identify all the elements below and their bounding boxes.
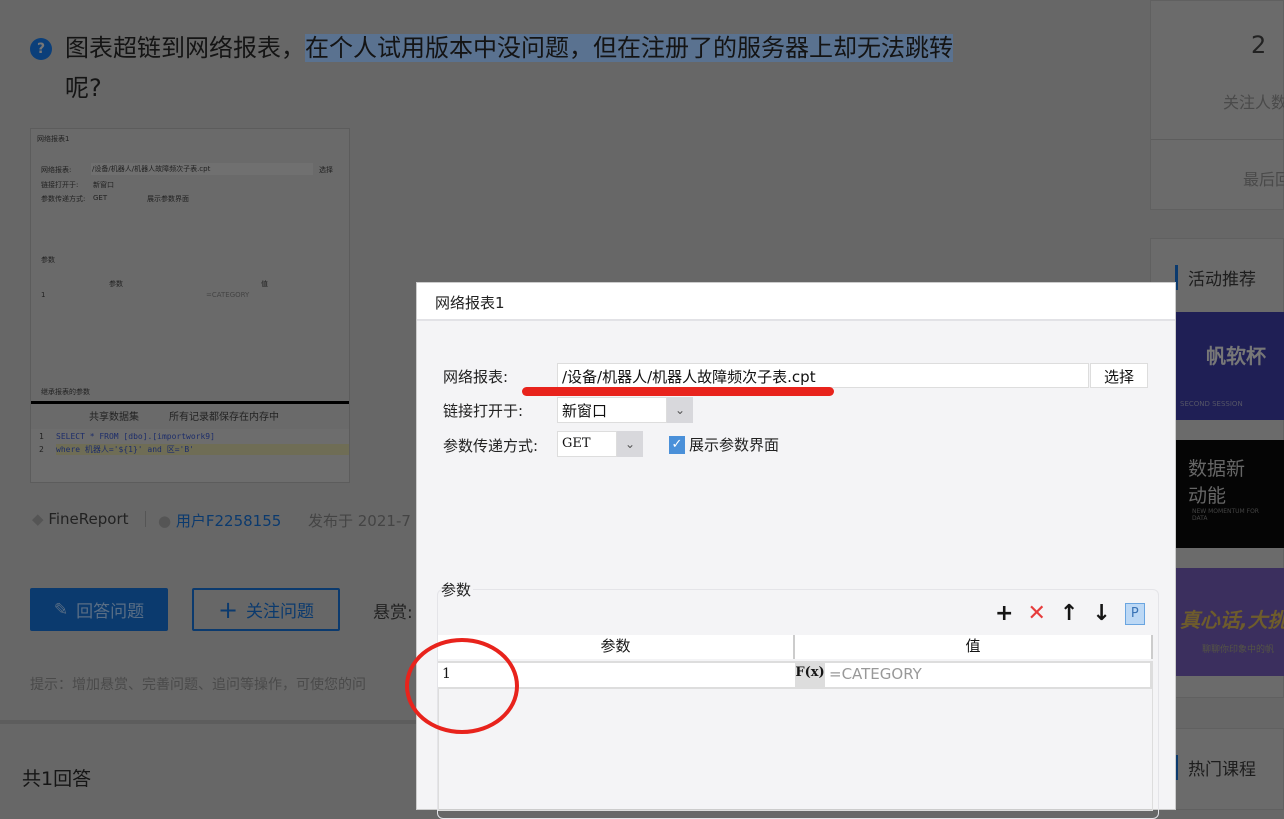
thumb-header: 参数 bbox=[109, 280, 123, 288]
thumb-label: 参数传递方式: bbox=[41, 195, 86, 203]
show-params-checkbox[interactable]: ✓ 展示参数界面 bbox=[669, 434, 779, 455]
method-label: 参数传递方式: bbox=[443, 437, 539, 455]
thumb-value: GET bbox=[93, 194, 108, 202]
thumb-label: 网络报表: bbox=[41, 166, 72, 174]
param-value-cell[interactable]: =CATEGORY bbox=[825, 663, 1150, 687]
annotation-circle bbox=[405, 638, 519, 734]
tip-text: 提示：增加悬赏、完善问题、追问等操作，可使您的问 bbox=[30, 677, 366, 693]
line-number: 2 bbox=[39, 445, 44, 454]
question-screenshot[interactable]: 网络报表1 网络报表: /设备/机器人/机器人故障频次子表.cpt 选择 链接打… bbox=[30, 128, 350, 483]
report-path-input[interactable]: /设备/机器人/机器人故障频次子表.cpt bbox=[557, 363, 1089, 388]
code-line: where 机器人='${1}' and 区='B' bbox=[56, 444, 349, 455]
thumb-label: 所有记录都保存在内存中 bbox=[169, 412, 279, 423]
line-number: 1 bbox=[39, 432, 44, 441]
banner-1[interactable]: 帆软杯 SECOND SESSION bbox=[1176, 312, 1284, 420]
question-icon: ? bbox=[30, 38, 52, 60]
formula-icon[interactable]: F(x) bbox=[795, 663, 825, 687]
chevron-down-icon: ⌄ bbox=[617, 431, 643, 457]
column-header-value: 值 bbox=[795, 635, 1153, 659]
question-title: 图表超链到网络报表，在个人试用版本中没问题，但在注册了的服务器上却无法跳转 呢? bbox=[65, 34, 953, 102]
delete-icon[interactable]: ✕ bbox=[1027, 601, 1045, 626]
open-in-label: 链接打开于: bbox=[443, 402, 524, 420]
stats-card: 2 关注人数 最后回 bbox=[1150, 0, 1284, 210]
arrow-up-icon[interactable]: ↑ bbox=[1060, 601, 1078, 626]
hyperlink-dialog: 网络报表1 网络报表: /设备/机器人/机器人故障频次子表.cpt 选择 链接打… bbox=[416, 282, 1176, 819]
thumb-cell: 1 bbox=[41, 291, 46, 299]
plus-icon: + bbox=[217, 595, 239, 624]
bounty-label: 悬赏: bbox=[373, 603, 413, 623]
params-table-header: 参数 值 bbox=[438, 635, 1153, 659]
thumb-value: 展示参数界面 bbox=[147, 195, 189, 203]
publish-date: 发布于 2021-7 bbox=[308, 512, 411, 530]
activities-title: 活动推荐 bbox=[1175, 265, 1256, 290]
method-select[interactable]: GET ⌄ bbox=[557, 431, 643, 457]
thumb-choose: 选择 bbox=[319, 166, 333, 174]
report-label: 网络报表: bbox=[443, 368, 509, 386]
banner-2[interactable]: 数据新动能 NEW MOMENTUM FOR DATA bbox=[1176, 440, 1284, 548]
thumb-value: /设备/机器人/机器人故障频次子表.cpt bbox=[91, 163, 313, 175]
tag-icon: ◆ bbox=[32, 510, 44, 528]
dialog-title: 网络报表1 bbox=[417, 283, 1175, 321]
thumb-label: 共享数据集 bbox=[89, 412, 139, 423]
chevron-down-icon: ⌄ bbox=[667, 397, 693, 423]
answer-button[interactable]: ✎ 回答问题 bbox=[30, 588, 168, 631]
annotation-underline bbox=[522, 387, 834, 396]
banner-3[interactable]: 真心话,大挑 聊聊你印象中的帆 bbox=[1176, 568, 1284, 676]
checkbox-checked-icon: ✓ bbox=[669, 435, 685, 454]
followers-label: 关注人数 bbox=[1223, 93, 1284, 112]
user-icon: ● bbox=[158, 512, 172, 530]
table-row[interactable]: 1 F(x) =CATEGORY bbox=[438, 661, 1153, 689]
follow-button[interactable]: + 关注问题 bbox=[192, 588, 340, 631]
thumb-cell: =CATEGORY bbox=[206, 291, 250, 299]
thumb-label: 继承报表的参数 bbox=[41, 388, 90, 396]
thumb-header: 值 bbox=[261, 280, 268, 288]
add-icon[interactable]: + bbox=[995, 601, 1013, 626]
answer-count: 共1回答 bbox=[22, 768, 92, 790]
thumb-label: 参数 bbox=[41, 256, 55, 264]
parameter-icon[interactable]: P bbox=[1124, 602, 1145, 625]
code-line: SELECT * FROM [dbo].[importwork9] bbox=[56, 432, 215, 441]
params-title: 参数 bbox=[441, 579, 474, 600]
last-label: 最后回 bbox=[1243, 170, 1284, 189]
open-in-select[interactable]: 新窗口 ⌄ bbox=[557, 397, 693, 423]
thumb-value: 新窗口 bbox=[93, 181, 114, 189]
choose-button[interactable]: 选择 bbox=[1090, 363, 1148, 388]
thumb-title: 网络报表1 bbox=[37, 135, 70, 143]
followers-count: 2 bbox=[1251, 31, 1267, 59]
author[interactable]: ● 用户F2258155 bbox=[158, 510, 281, 531]
pen-icon: ✎ bbox=[53, 599, 69, 620]
tag[interactable]: ◆ FineReport bbox=[32, 510, 129, 528]
thumb-label: 链接打开于: bbox=[41, 181, 79, 189]
arrow-down-icon[interactable]: ↓ bbox=[1092, 601, 1110, 626]
courses-title: 热门课程 bbox=[1175, 755, 1256, 780]
